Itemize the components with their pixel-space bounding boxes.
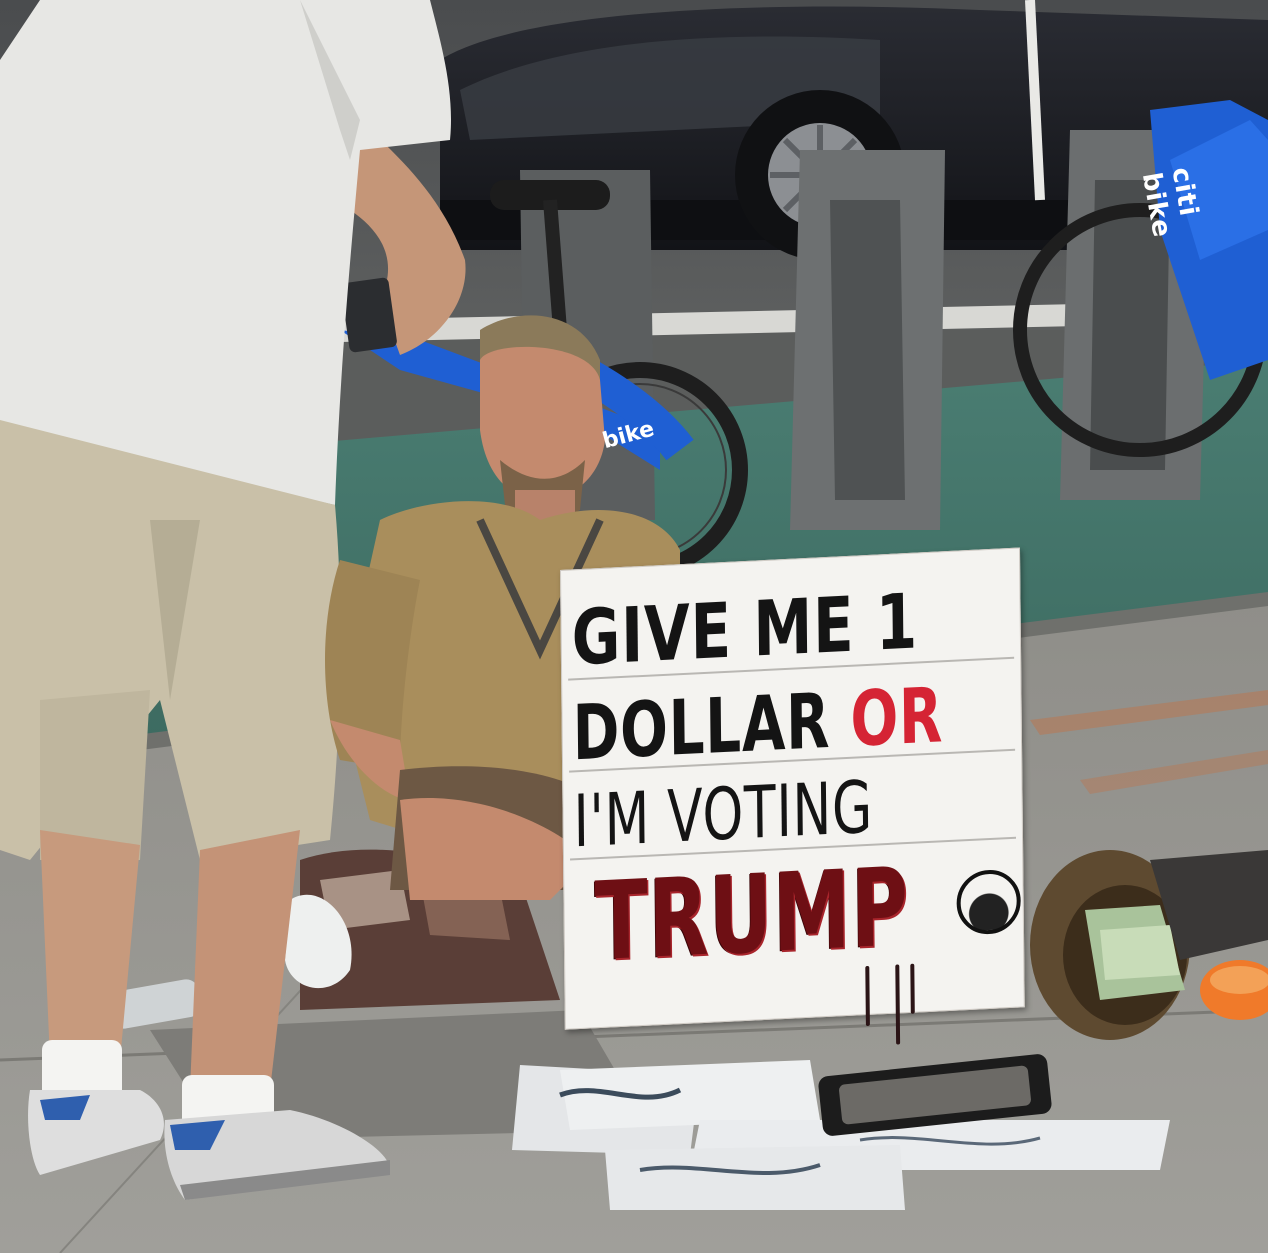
paint-drip bbox=[895, 964, 901, 1045]
sad-face-icon bbox=[956, 868, 1022, 936]
bike-brand-label: citi bike bbox=[1135, 165, 1204, 241]
cardboard-sign: GIVE ME 1 DOLLAR OR I'M VOTING TRUMP bbox=[560, 547, 1025, 1045]
paint-drip bbox=[910, 963, 915, 1014]
sign-line-give-me: GIVE ME 1 bbox=[571, 576, 919, 683]
sign-line-voting: I'M VOTING bbox=[573, 764, 874, 864]
sign-line-trump: TRUMP bbox=[594, 844, 910, 986]
face bbox=[480, 346, 605, 500]
sign-word-dollar: DOLLAR bbox=[572, 675, 831, 778]
sign-word-or: OR bbox=[849, 670, 944, 764]
street-scene: GIVE ME 1 DOLLAR OR I'M VOTING TRUMP cit… bbox=[0, 0, 1268, 1253]
left-leg bbox=[40, 830, 140, 1060]
paint-drip bbox=[865, 965, 870, 1027]
right-leg bbox=[190, 830, 300, 1090]
sign-line-dollar: DOLLAR OR bbox=[572, 670, 943, 777]
